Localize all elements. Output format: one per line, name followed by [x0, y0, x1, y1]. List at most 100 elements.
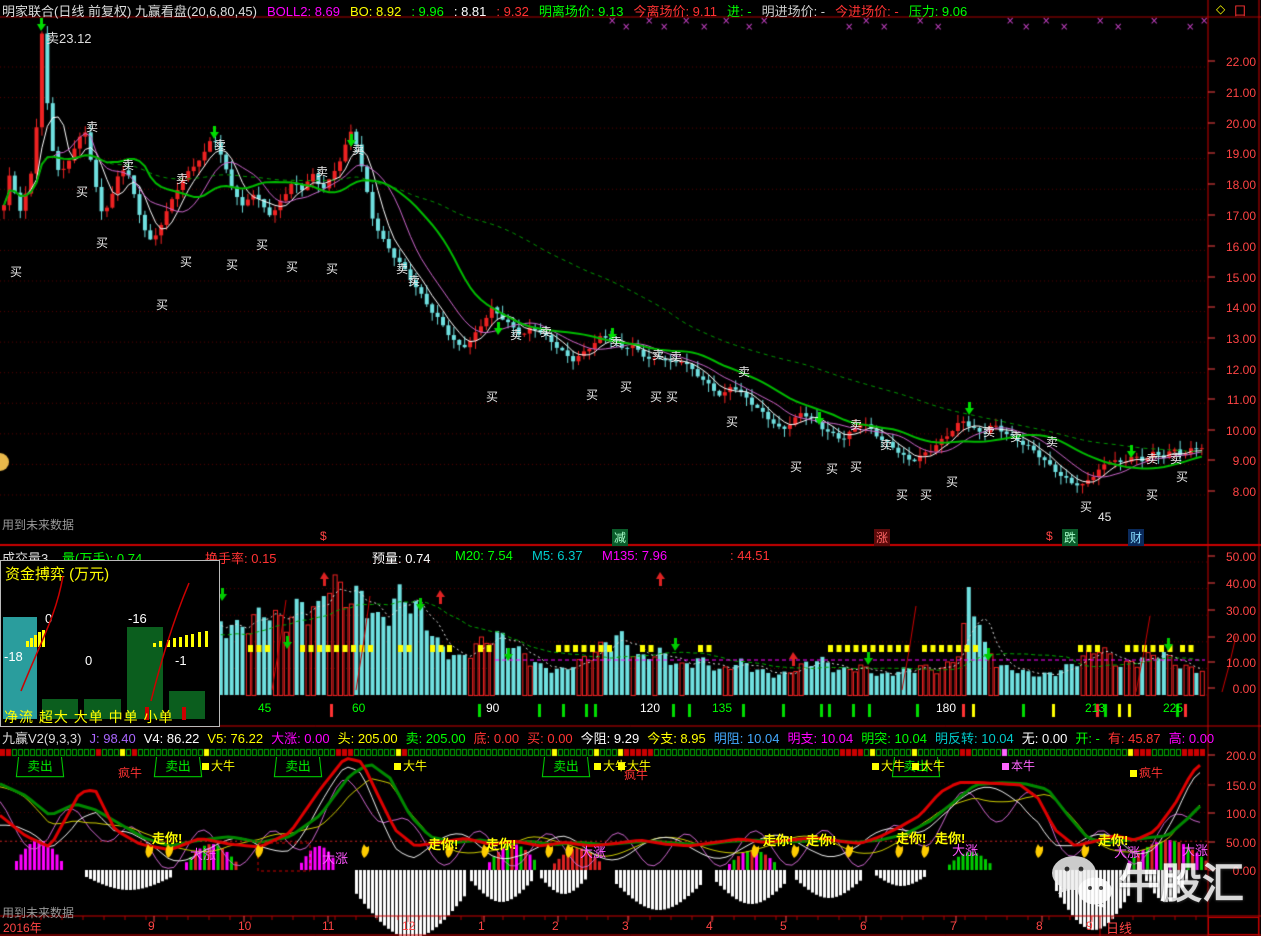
indicator-axis-tick: 200.0	[1210, 749, 1256, 763]
go-label: 走你!	[896, 828, 926, 847]
buy-sell-label: 卖	[122, 156, 134, 173]
bottom-header-segment: 明反转: 10.04	[935, 731, 1014, 746]
signal-flag: 本牛	[1002, 757, 1035, 774]
price-axis-tick: 17.00	[1210, 209, 1256, 223]
price-axis-tick: 21.00	[1210, 86, 1256, 100]
price-axis-tick: 19.00	[1210, 147, 1256, 161]
header-segment: : 8.81	[454, 4, 487, 19]
buy-sell-label: 卖	[396, 260, 408, 277]
bottom-header-segment: 卖: 205.00	[406, 731, 466, 746]
buy-sell-label: 买	[1080, 498, 1092, 515]
bottom-header-segment: 开: -	[1075, 731, 1100, 746]
bottom-header-segment: 有: 45.87	[1108, 731, 1161, 746]
chart-badge: $	[318, 529, 329, 543]
volume-axis-tick: 30.00	[1210, 604, 1256, 618]
buy-sell-label: 买	[10, 263, 22, 280]
bar-count-label: 213	[1085, 701, 1105, 715]
header-segment: : 9.96	[411, 4, 444, 19]
signal-flag: 大牛	[912, 757, 945, 774]
price-axis-tick: 16.00	[1210, 240, 1256, 254]
period-selector[interactable]: 日线	[1106, 918, 1132, 936]
buy-sell-label: 买	[790, 458, 802, 475]
month-label: 1	[478, 919, 485, 933]
indicator-header: 明家联合(日线 前复权) 九赢看盘(20,6,80,45)BOLL2: 8.69…	[2, 1, 977, 20]
price-axis-tick: 20.00	[1210, 117, 1256, 131]
bar-count-label: 60	[352, 701, 365, 715]
chart-canvas[interactable]	[0, 0, 1261, 936]
buy-sell-label: 买	[1176, 468, 1188, 485]
header-segment: 压力: 9.06	[909, 4, 968, 19]
signal-flag: 卖出	[16, 757, 64, 777]
buy-sell-label: 买	[286, 258, 298, 275]
chart-badge: 涨	[874, 529, 890, 546]
surge-label: 大涨	[580, 842, 606, 861]
bar-count-label: 135	[712, 701, 732, 715]
signal-flag: 疯牛	[624, 766, 648, 783]
header-segment: 今进场价: -	[835, 4, 899, 19]
volume-axis-tick: 10.00	[1210, 656, 1256, 670]
diamond-icon[interactable]: ◇	[1216, 2, 1225, 16]
buy-sell-label: 卖	[408, 272, 420, 289]
price-axis-tick: 10.00	[1210, 424, 1256, 438]
go-label: 走你!	[486, 834, 516, 853]
buy-sell-label: 买	[486, 388, 498, 405]
bottom-header-segment: 头: 205.00	[338, 731, 398, 746]
signal-flag: 疯牛	[118, 764, 142, 781]
price-axis-tick: 18.00	[1210, 178, 1256, 192]
bottom-header-segment: 今支: 8.95	[647, 731, 706, 746]
buy-sell-label: 买	[666, 388, 678, 405]
price-axis-tick: 15.00	[1210, 271, 1256, 285]
month-label: 6	[860, 919, 867, 933]
buy-sell-label: 买	[920, 486, 932, 503]
price-axis-tick: 14.00	[1210, 301, 1256, 315]
volume-axis-tick: 40.00	[1210, 577, 1256, 591]
bar-count-label: 225	[1163, 701, 1183, 715]
indicator-axis-tick: 150.0	[1210, 779, 1256, 793]
go-label: 走你!	[806, 830, 836, 849]
buy-sell-label: 卖	[214, 136, 226, 153]
buy-sell-label: 买	[586, 386, 598, 403]
price-axis-tick: 8.00	[1210, 485, 1256, 499]
signal-flag: 卖出	[274, 757, 322, 777]
price-axis-tick: 13.00	[1210, 332, 1256, 346]
month-label: 3	[622, 919, 629, 933]
buy-sell-label: 卖	[738, 363, 750, 380]
go-label: 走你!	[152, 828, 182, 847]
header-segment: 明离场价: 9.13	[539, 4, 624, 19]
header-segment: 明进场价: -	[762, 4, 826, 19]
header-segment: 今离场价: 9.11	[633, 4, 717, 19]
buy-sell-label: 买	[326, 260, 338, 277]
price-axis-tick: 11.00	[1210, 393, 1256, 407]
buy-sell-label: 卖	[86, 118, 98, 135]
buy-sell-label: 卖	[1010, 428, 1022, 445]
buy-sell-label: 买	[96, 234, 108, 251]
bar-count-label: 90	[486, 701, 499, 715]
window-box-icon[interactable]: 囗	[1234, 2, 1246, 19]
buy-sell-label: 买	[620, 378, 632, 395]
month-label: 9	[1086, 919, 1093, 933]
bottom-header-segment: 九赢V2(9,3,3)	[2, 731, 81, 746]
buy-sell-label: 卖	[610, 333, 622, 350]
buy-sell-label: 45	[1098, 510, 1111, 524]
buy-sell-label: 卖	[983, 423, 995, 440]
bar-count-label: 45	[258, 701, 271, 715]
buy-sell-label: 卖	[1146, 450, 1158, 467]
buy-sell-label: 卖	[352, 141, 364, 158]
buy-sell-label: 买	[180, 253, 192, 270]
buy-sell-label: 买	[826, 460, 838, 477]
volume-header-segment: : 44.51	[730, 548, 770, 563]
indicator-axis-tick: 50.00	[1210, 836, 1256, 850]
buy-sell-label: 卖	[540, 323, 552, 340]
buy-sell-label: 卖	[316, 163, 328, 180]
buy-sell-label: 卖	[670, 348, 682, 365]
price-axis-tick: 12.00	[1210, 363, 1256, 377]
volume-axis-tick: 20.00	[1210, 631, 1256, 645]
buy-sell-label: 买	[156, 296, 168, 313]
month-label: 5	[780, 919, 787, 933]
signal-flag: 卖出	[542, 757, 590, 777]
buy-sell-label: 买	[1146, 486, 1158, 503]
header-segment: BOLL2: 8.69	[267, 4, 340, 19]
fund-trend-lines	[1, 561, 219, 726]
header-segment: 进: -	[727, 4, 752, 19]
indicator-axis-tick: 100.0	[1210, 807, 1256, 821]
